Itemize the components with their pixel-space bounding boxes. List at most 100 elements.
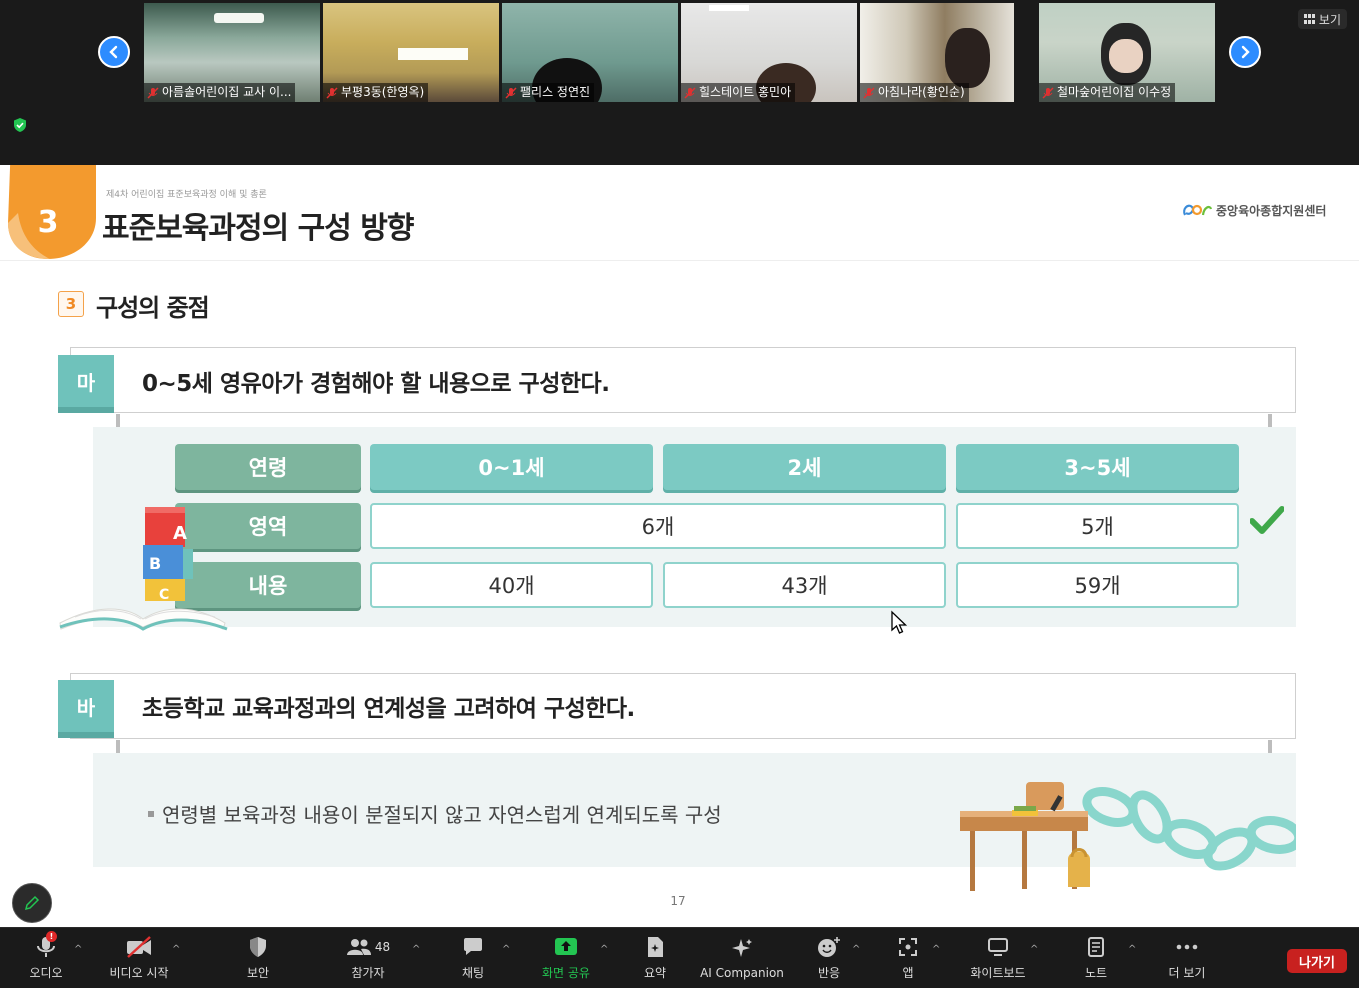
participant-video[interactable]: 부평3동(한영옥) [323,3,499,102]
apps-icon [899,938,917,956]
share-options-caret-icon[interactable]: ^ [600,944,608,955]
participant-video[interactable]: 아름솔어린이집 교사 이... [144,3,320,102]
participants-label: 참가자 [351,966,385,980]
book-blocks-illustration: A B C [59,507,228,631]
whiteboard-button[interactable]: 화이트보드 [966,928,1030,988]
col-header-2: 2세 [663,444,946,490]
chat-options-caret-icon[interactable]: ^ [502,944,510,955]
notes-icon [1088,937,1104,957]
ai-companion-button[interactable]: AI Companion [700,928,784,988]
participant-name: 부평3동(한영옥) [323,83,429,102]
view-button[interactable]: 보기 [1297,9,1347,29]
bullet-square-icon [148,810,154,817]
chat-label: 채팅 [461,966,485,980]
slide-title: 표준보육과정의 구성 방향 [102,211,414,246]
prev-page-button[interactable] [98,36,130,68]
view-label: 보기 [1318,12,1341,27]
title-divider [0,260,1359,261]
whiteboard-options-caret-icon[interactable]: ^ [1030,944,1038,955]
summary-button[interactable]: 요약 [640,928,670,988]
content-count-3-5: 59개 [956,562,1239,608]
encryption-shield-icon[interactable] [12,117,28,133]
summary-label: 요약 [643,966,667,980]
participants-count: 48 [374,940,391,954]
reactions-button[interactable]: 반응 [814,928,844,988]
apps-button[interactable]: 앱 [896,928,920,988]
audio-button[interactable]: ! 오디오 [26,928,66,988]
reactions-label: 반응 [817,966,841,980]
ai-sparkle-icon [732,938,752,957]
share-screen-button[interactable]: 화면 공유 [538,928,594,988]
audio-options-caret-icon[interactable]: ^ [74,944,82,955]
row-header-age: 연령 [175,444,361,490]
logo-icon [1183,204,1212,216]
slide-subtitle: 제4차 어린이집 표준보육과정 이해 및 총론 [106,190,267,200]
section-title: 구성의 중점 [96,294,210,322]
participant-video[interactable]: 힐스테이트 홍민아 [681,3,857,102]
share-label: 화면 공유 [542,966,590,980]
annotate-button[interactable] [12,883,52,923]
notes-button[interactable]: 노트 [1082,928,1110,988]
grid-view-icon [1303,14,1315,24]
participants-options-caret-icon[interactable]: ^ [412,944,420,955]
reactions-options-caret-icon[interactable]: ^ [852,944,860,955]
security-shield-icon [250,937,266,957]
participant-name: 힐스테이트 홍민아 [681,83,796,102]
audio-warning-badge: ! [46,931,57,942]
point-text-ba: 초등학교 교육과정과의 연계성을 고려하여 구성한다. [142,696,635,722]
checkmark-icon [1250,506,1284,534]
notes-options-caret-icon[interactable]: ^ [1128,944,1136,955]
participant-video[interactable]: 아침나라(황인순) [860,3,1014,102]
leave-meeting-button[interactable]: 나가기 [1287,949,1347,973]
slide-number: 3 [37,205,59,240]
participant-video[interactable]: 철마숲어린이집 이수정 [1039,3,1215,102]
next-page-button[interactable] [1229,36,1261,68]
svg-text:B: B [149,554,161,573]
chat-bubble-icon [464,938,482,955]
participant-name: 철마숲어린이집 이수정 [1039,83,1176,102]
meeting-toolbar: ! 오디오 ^ 비디오 시작 ^ 보안 48 참가자 ^ 채팅 ^ 화면 공유 … [0,927,1359,988]
mic-muted-icon [505,86,517,99]
ai-label: AI Companion [700,965,784,980]
chevron-left-icon [109,45,118,59]
desk-chain-illustration [960,782,1296,891]
col-header-3-5: 3~5세 [956,444,1239,490]
video-options-caret-icon[interactable]: ^ [172,944,180,955]
participant-name: 아름솔어린이집 교사 이... [144,83,296,102]
more-label: 더 보기 [1168,966,1206,980]
video-label: 비디오 시작 [109,966,169,980]
chevron-right-icon [1241,45,1250,59]
start-video-button[interactable]: 비디오 시작 [104,928,174,988]
mic-muted-icon [1042,86,1054,99]
participant-name: 팰리스 정연진 [502,83,595,102]
letter-block-b: B [143,545,193,579]
shared-slide: 3 제4차 어린이집 표준보육과정 이해 및 총론 표준보육과정의 구성 방향 … [0,165,1359,927]
security-label: 보안 [246,966,270,980]
area-count-0-2: 6개 [370,503,946,549]
more-button[interactable]: 더 보기 [1166,928,1208,988]
video-strip: 아름솔어린이집 교사 이... 부평3동(한영옥) 팰리스 정연진 힐스테이트 … [0,0,1359,165]
section-number: 3 [58,291,84,317]
mic-muted-icon [326,86,338,99]
mic-muted-icon [863,86,875,99]
emoji-reaction-icon [818,937,840,957]
more-dots-icon [1176,944,1198,950]
participant-name: 아침나라(황인순) [860,83,969,102]
letter-block-c: C [145,579,185,603]
organization-logo: 중앙육아종합지원센터 [1182,201,1326,219]
apps-label: 앱 [902,966,914,980]
area-count-3-5: 5개 [956,503,1239,549]
point-text-ma: 0~5세 영유아가 경험해야 할 내용으로 구성한다. [142,371,610,397]
participant-video[interactable]: 팰리스 정연진 [502,3,678,102]
bullet-item: 연령별 보육과정 내용이 분절되지 않고 자연스럽게 연계되도록 구성 [148,799,722,828]
mic-muted-icon [147,86,159,99]
chat-button[interactable]: 채팅 [458,928,488,988]
content-count-0-1: 40개 [370,562,653,608]
apps-options-caret-icon[interactable]: ^ [932,944,940,955]
content-count-2: 43개 [663,562,946,608]
whiteboard-icon [988,938,1008,956]
participants-button[interactable]: 48 참가자 [342,928,394,988]
security-button[interactable]: 보안 [240,928,276,988]
logo-text: 중앙육아종합지원센터 [1216,203,1327,218]
slide-page-number: 17 [670,894,686,908]
